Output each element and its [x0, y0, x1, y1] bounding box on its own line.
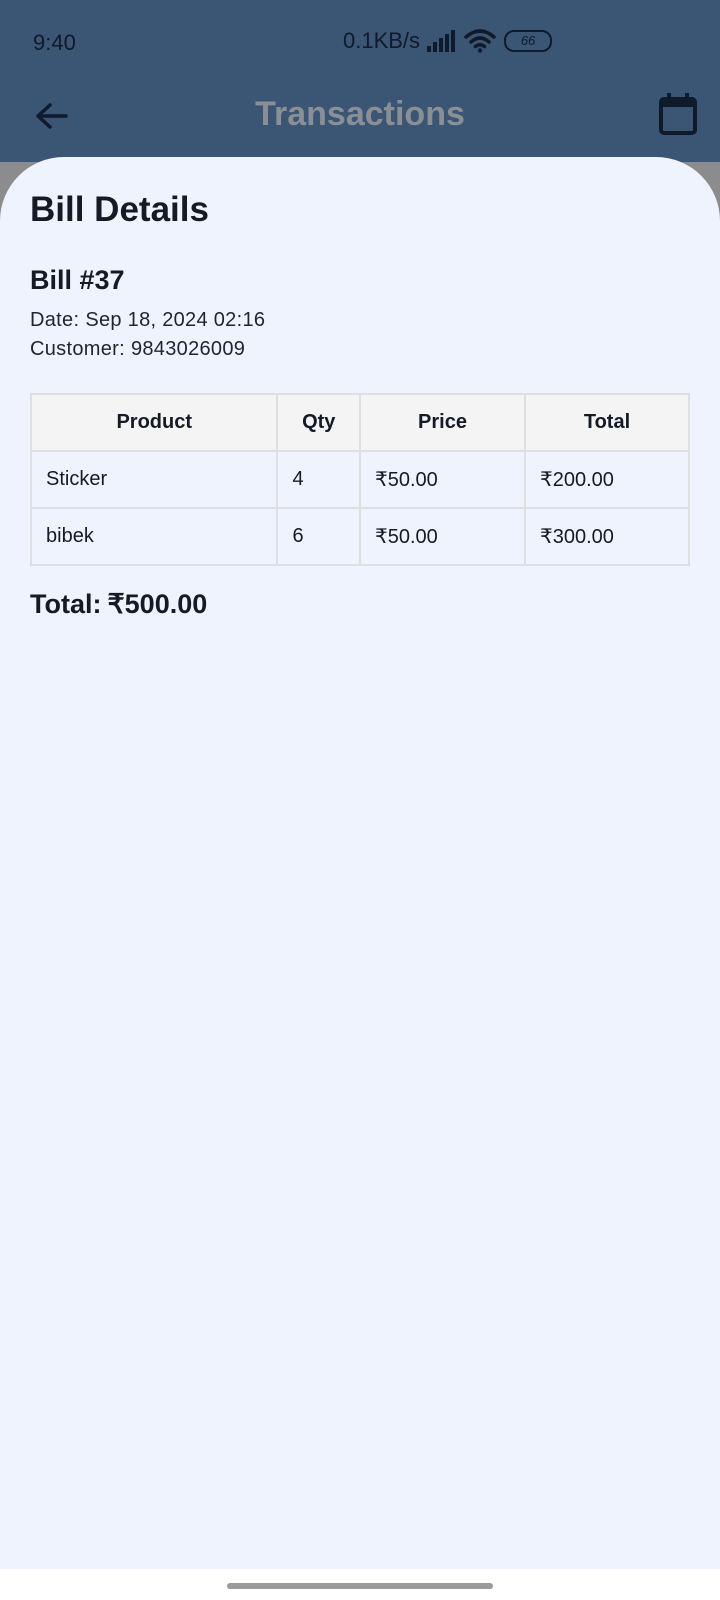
column-header-product: Product: [29, 393, 279, 452]
calendar-icon: [659, 93, 697, 135]
battery-level: 66: [520, 33, 536, 48]
column-header-qty: Qty: [276, 393, 361, 452]
page-title: Transactions: [255, 95, 465, 133]
signal-icon: [426, 30, 458, 52]
wifi-icon: [464, 29, 496, 53]
table-header-row: Product Qty Price Total: [29, 393, 691, 452]
home-indicator[interactable]: [227, 1583, 493, 1589]
grand-total-value: ₹500.00: [107, 589, 208, 619]
column-header-total: Total: [523, 393, 691, 452]
network-speed: 0.1KB/s: [343, 28, 421, 53]
cell-qty: 4: [276, 450, 361, 509]
bill-date: Date: Sep 18, 2024 02:16: [30, 309, 265, 332]
grand-total: Total: ₹500.00: [30, 589, 207, 620]
bill-customer-label: Customer:: [30, 338, 125, 360]
battery-icon: 66: [504, 30, 553, 52]
bill-details-sheet: Bill Details Bill #37 Date: Sep 18, 2024 …: [0, 157, 720, 1569]
sheet-title: Bill Details: [30, 190, 209, 229]
cell-total: ₹200.00: [523, 450, 691, 509]
cell-product: bibek: [29, 507, 279, 566]
status-bar: 9:40 0.1KB/s 66: [0, 0, 720, 88]
status-time: 9:40: [33, 30, 76, 55]
cell-price: ₹50.00: [358, 507, 526, 566]
cell-price: ₹50.00: [358, 450, 526, 509]
column-header-price: Price: [358, 393, 526, 452]
bill-customer: Customer: 9843026009: [30, 338, 245, 361]
table-row: bibek 6 ₹50.00 ₹300.00: [29, 507, 691, 566]
cell-total: ₹300.00: [523, 507, 691, 566]
bill-customer-value: 9843026009: [130, 338, 246, 360]
calendar-button[interactable]: [656, 90, 700, 138]
table-row: Sticker 4 ₹50.00 ₹200.00: [29, 450, 691, 509]
cell-qty: 6: [276, 507, 361, 566]
system-nav-bar: [0, 1569, 720, 1600]
app-bar: Transactions: [0, 88, 720, 162]
bill-date-label: Date:: [30, 309, 80, 331]
cell-product: Sticker: [29, 450, 279, 509]
grand-total-label: Total:: [30, 589, 102, 619]
bill-date-value: Sep 18, 2024 02:16: [85, 309, 266, 331]
bill-number: Bill #37: [30, 265, 125, 295]
status-indicators: 0.1KB/s 66: [343, 28, 553, 54]
bill-items-table: Product Qty Price Total Sticker 4 ₹50.00…: [29, 393, 691, 566]
